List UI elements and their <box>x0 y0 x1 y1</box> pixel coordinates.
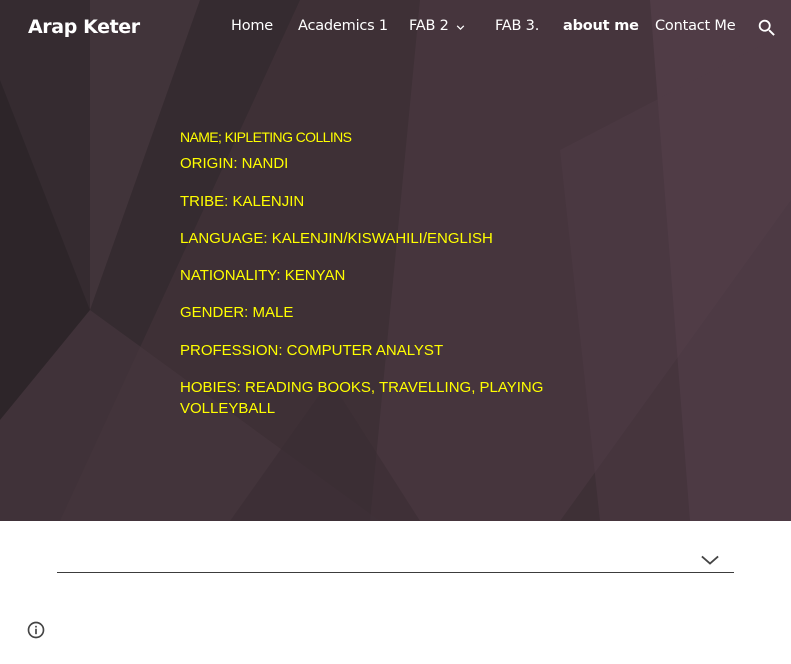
site-title[interactable]: Arap Keter <box>28 16 140 38</box>
profile-nationality: NATIONALITY: KENYAN <box>180 267 346 284</box>
profile-language: LANGUAGE: KALENJIN/KISWAHILI/ENGLISH <box>180 230 493 247</box>
chevron-down-icon[interactable] <box>699 551 721 569</box>
profile-tribe: TRIBE: KALENJIN <box>180 193 305 210</box>
info-icon[interactable] <box>26 620 46 640</box>
hero-banner: Arap Keter Home Academics 1 FAB 2 FAB 3.… <box>0 0 791 521</box>
profile-profession: PROFESSION: COMPUTER ANALYST <box>180 342 444 359</box>
nav-item-home[interactable]: Home <box>231 18 273 34</box>
footer-divider <box>57 572 734 573</box>
nav-item-fab-3[interactable]: FAB 3. <box>495 18 539 34</box>
footer-area <box>0 521 791 664</box>
site-header: Arap Keter Home Academics 1 FAB 2 FAB 3.… <box>0 0 791 56</box>
chevron-down-icon[interactable] <box>453 20 468 35</box>
profile-name: NAME; KIPLETING COLLINS <box>180 129 352 145</box>
hero-background <box>0 0 791 521</box>
profile-origin: ORIGIN: NANDI <box>180 155 289 172</box>
profile-gender: GENDER: MALE <box>180 304 294 321</box>
search-icon[interactable] <box>756 17 778 39</box>
profile-hobbies: HOBIES: READING BOOKS, TRAVELLING, PLAYI… <box>180 379 544 417</box>
nav-item-fab-2[interactable]: FAB 2 <box>409 18 449 34</box>
nav-item-about-me[interactable]: about me <box>563 18 639 34</box>
nav-item-contact-me[interactable]: Contact Me <box>655 18 736 34</box>
nav-item-academics-1[interactable]: Academics 1 <box>298 18 388 34</box>
